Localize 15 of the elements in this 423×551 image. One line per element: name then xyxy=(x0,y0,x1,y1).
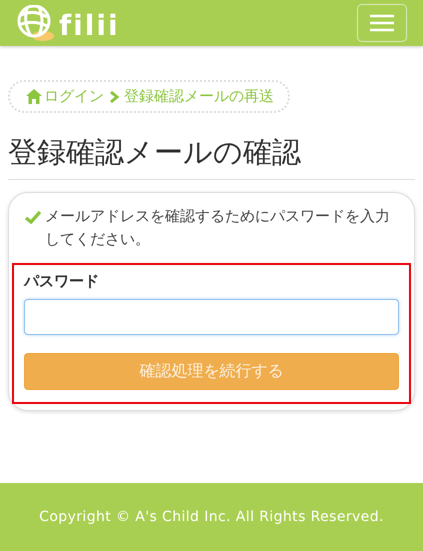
check-icon xyxy=(25,210,41,224)
chevron-icon xyxy=(109,90,119,104)
field-label: パスワード xyxy=(24,272,100,291)
home-icon xyxy=(26,89,42,104)
menu-button[interactable] xyxy=(357,4,407,42)
instruction-text: メールアドレスを確認するためにパスワードを入力してください。 xyxy=(45,206,391,250)
menu-icon xyxy=(369,14,395,32)
copyright-text: Copyright © A's Child Inc. All Rights Reserved. xyxy=(39,509,384,525)
submit-button[interactable]: 確認処理を続行する xyxy=(24,353,399,390)
globe-logo-icon xyxy=(17,5,57,41)
breadcrumb-link[interactable]: 登録確認メールの再送 xyxy=(124,87,274,106)
password-field[interactable] xyxy=(24,299,399,335)
breadcrumb-link[interactable]: ログイン xyxy=(44,87,104,106)
page-title: 登録確認メールの確認 xyxy=(8,133,415,180)
logo-text[interactable]: filii xyxy=(59,11,120,41)
